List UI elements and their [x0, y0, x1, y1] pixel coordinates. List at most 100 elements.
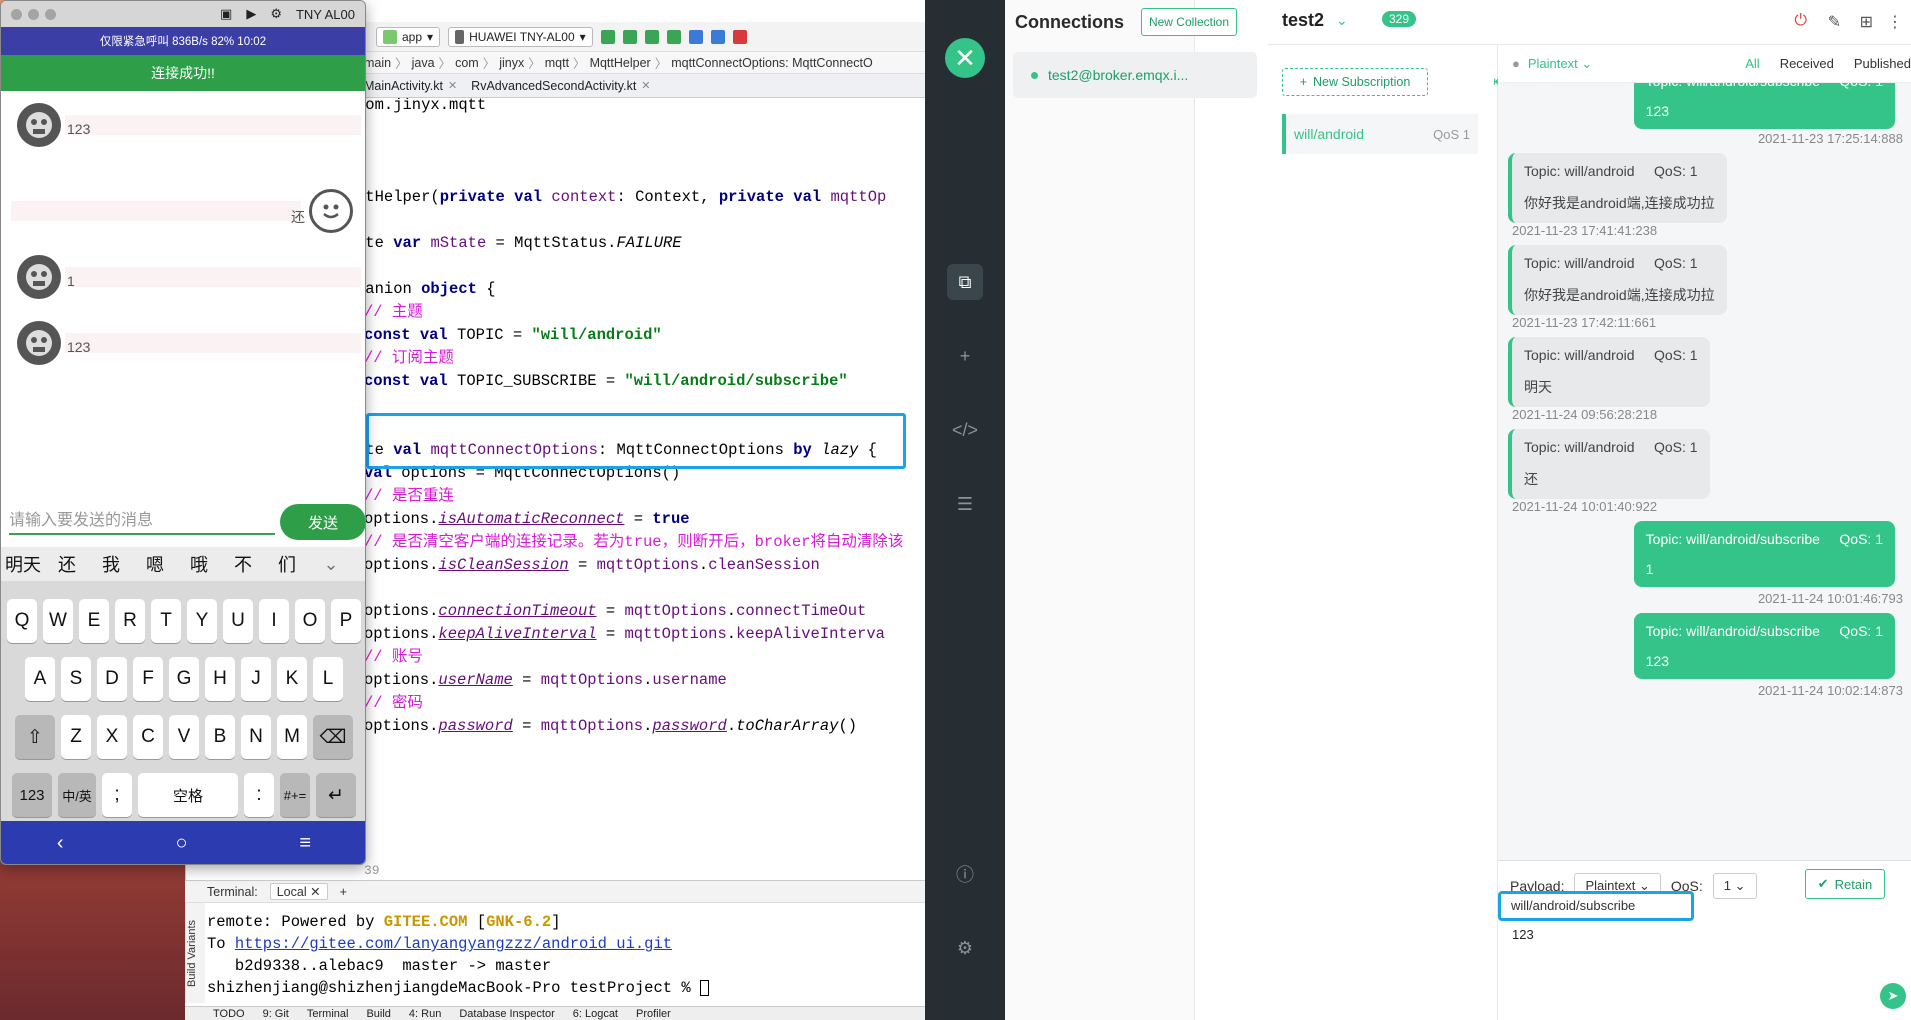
key-p[interactable]: P	[331, 599, 361, 643]
shift-key[interactable]: ⇧	[15, 715, 55, 759]
close-icon[interactable]: ✕	[641, 79, 650, 92]
suggestion-word[interactable]: 嗯	[133, 551, 177, 577]
numbers-key[interactable]: 123	[12, 773, 52, 817]
breadcrumb-item[interactable]: mqtt	[545, 56, 569, 70]
key-l[interactable]: L	[313, 657, 343, 701]
coverage-icon[interactable]	[666, 29, 681, 44]
format-select[interactable]: Plaintext ⌄	[1528, 56, 1592, 72]
topic-input[interactable]: will/android/subscribe	[1498, 891, 1694, 921]
key-u[interactable]: U	[223, 599, 253, 643]
send-button[interactable]: 发送	[280, 504, 365, 540]
disconnect-icon[interactable]: ⏻	[1794, 12, 1807, 30]
log-icon[interactable]: ☰	[947, 486, 983, 522]
tool-window-tab[interactable]: 6: Logcat	[573, 1008, 618, 1020]
breadcrumb-item[interactable]: jinyx	[499, 56, 524, 70]
build-variants-tab[interactable]: Build Variants	[185, 903, 205, 1003]
key-r[interactable]: R	[115, 599, 145, 643]
payload-editor[interactable]: 123	[1512, 927, 1534, 942]
language-key[interactable]: 中/英	[58, 773, 96, 817]
breadcrumb-item[interactable]: mqttConnectOptions: MqttConnectO	[671, 56, 872, 70]
settings-icon[interactable]: ⚙	[270, 6, 282, 22]
camera-icon[interactable]: ▣	[220, 6, 232, 22]
subscription-item[interactable]: will/android QoS 1	[1282, 114, 1478, 154]
connection-item[interactable]: test2@broker.emqx.i...	[1013, 52, 1257, 98]
tool-window-tab[interactable]: Database Inspector	[459, 1008, 554, 1020]
key-t[interactable]: T	[151, 599, 181, 643]
run-config-select[interactable]: app ▾	[376, 26, 441, 47]
filter-received[interactable]: Received	[1780, 56, 1834, 71]
key-g[interactable]: G	[169, 657, 199, 701]
key-v[interactable]: V	[169, 715, 199, 759]
suggestion-word[interactable]: 不	[221, 551, 265, 577]
record-icon[interactable]: ▶	[246, 6, 256, 22]
space-key[interactable]: 空格	[138, 773, 238, 817]
new-connection-icon[interactable]: +	[947, 338, 983, 374]
breadcrumb-item[interactable]: java	[412, 56, 435, 70]
key-f[interactable]: F	[133, 657, 163, 701]
close-icon[interactable]: ✕	[448, 79, 457, 92]
more-icon[interactable]: ⋮	[1887, 12, 1903, 32]
tool-window-tab[interactable]: Build	[366, 1008, 390, 1020]
attach-debugger-icon[interactable]	[710, 29, 725, 44]
key-h[interactable]: H	[205, 657, 235, 701]
terminal-prompt[interactable]: shizhenjiang@shizhenjiangdeMacBook-Pro t…	[207, 979, 709, 997]
tool-window-tab[interactable]: Profiler	[636, 1008, 671, 1020]
connections-icon[interactable]: ⧉	[947, 264, 983, 300]
suggestion-word[interactable]: 们	[265, 551, 309, 577]
message-list[interactable]: Topic: will/android/subscribe QoS: 1 123 2…	[1498, 83, 1911, 883]
backspace-key[interactable]: ⌫	[313, 715, 353, 759]
back-icon[interactable]: ‹	[57, 832, 64, 855]
key-w[interactable]: W	[43, 599, 73, 643]
device-select[interactable]: HUAWEI TNY-AL00 ▾	[448, 26, 593, 47]
key-y[interactable]: Y	[187, 599, 217, 643]
key-k[interactable]: K	[277, 657, 307, 701]
debug-icon[interactable]	[644, 29, 659, 44]
tool-window-tab[interactable]: 4: Run	[409, 1008, 441, 1020]
key-q[interactable]: Q	[7, 599, 37, 643]
suggestion-word[interactable]: 我	[89, 551, 133, 577]
key-a[interactable]: A	[25, 657, 55, 701]
chevron-down-icon[interactable]: ⌄	[309, 554, 353, 575]
script-icon[interactable]: </>	[947, 412, 983, 448]
suggestion-word[interactable]: 还	[45, 551, 89, 577]
breadcrumb-item[interactable]: com	[455, 56, 479, 70]
key-n[interactable]: N	[241, 715, 271, 759]
key-e[interactable]: E	[79, 599, 109, 643]
new-subscription-button[interactable]: + New Subscription	[1282, 68, 1428, 96]
menu-icon[interactable]: ≡	[299, 832, 311, 855]
key-x[interactable]: X	[97, 715, 127, 759]
qos-select[interactable]: 1 ⌄	[1712, 873, 1757, 899]
key-m[interactable]: M	[277, 715, 307, 759]
breadcrumb-item[interactable]: MqttHelper	[590, 56, 651, 70]
new-collection-button[interactable]: New Collection	[1141, 8, 1237, 36]
terminal-panel[interactable]: Terminal: Local ✕ + Build Variants remot…	[185, 880, 925, 1020]
tool-window-tab[interactable]: 9: Git	[263, 1008, 289, 1020]
profile-icon[interactable]	[688, 29, 703, 44]
key-c[interactable]: C	[133, 715, 163, 759]
close-window-button[interactable]	[11, 8, 22, 20]
breadcrumb-item[interactable]: main	[364, 56, 391, 70]
key-o[interactable]: O	[295, 599, 325, 643]
tool-window-tab[interactable]: TODO	[213, 1008, 245, 1020]
new-window-icon[interactable]: ⊞	[1860, 12, 1873, 32]
symbols-key[interactable]: #+=	[280, 773, 310, 817]
suggestion-word[interactable]: 哦	[177, 551, 221, 577]
add-terminal-icon[interactable]: +	[340, 885, 347, 899]
suggestion-word[interactable]: 明天	[1, 551, 45, 577]
home-icon[interactable]: ○	[175, 832, 187, 855]
editor-tab[interactable]: MainActivity.kt ✕	[364, 79, 457, 93]
terminal-tab-local[interactable]: Local ✕	[269, 883, 328, 900]
minimize-window-button[interactable]	[28, 8, 39, 20]
stop-icon[interactable]	[732, 29, 747, 44]
rerun-icon[interactable]	[600, 29, 615, 44]
filter-all[interactable]: All	[1745, 56, 1759, 71]
key-b[interactable]: B	[205, 715, 235, 759]
key-i[interactable]: I	[259, 599, 289, 643]
apply-changes-icon[interactable]	[622, 29, 637, 44]
edit-icon[interactable]: ✎	[1828, 12, 1841, 32]
repo-link[interactable]: https://gitee.com/lanyangyangzzz/android…	[235, 935, 672, 953]
zoom-window-button[interactable]	[45, 8, 56, 20]
key-d[interactable]: D	[97, 657, 127, 701]
editor-tab[interactable]: RvAdvancedSecondActivity.kt ✕	[471, 79, 650, 93]
chevron-down-icon[interactable]: ⌄	[1336, 12, 1348, 29]
